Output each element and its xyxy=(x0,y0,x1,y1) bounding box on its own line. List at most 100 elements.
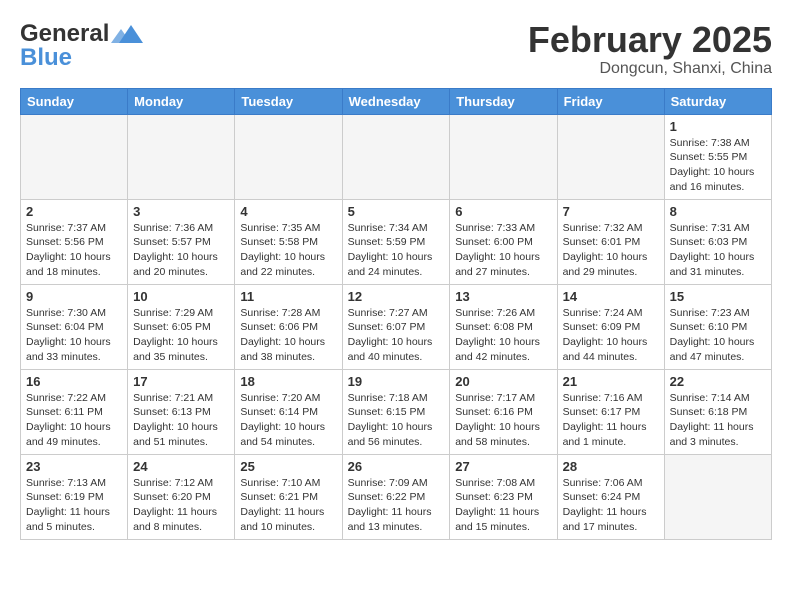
day-info: Sunrise: 7:23 AMSunset: 6:10 PMDaylight:… xyxy=(670,306,766,365)
day-info: Sunrise: 7:21 AMSunset: 6:13 PMDaylight:… xyxy=(133,391,229,450)
day-info: Sunrise: 7:12 AMSunset: 6:20 PMDaylight:… xyxy=(133,476,229,535)
day-number: 21 xyxy=(563,374,659,389)
calendar-cell: 23 Sunrise: 7:13 AMSunset: 6:19 PMDayligh… xyxy=(21,454,128,539)
calendar-cell: 7Sunrise: 7:32 AMSunset: 6:01 PMDaylight… xyxy=(557,199,664,284)
calendar-cell xyxy=(450,114,557,199)
day-info: Sunrise: 7:26 AMSunset: 6:08 PMDaylight:… xyxy=(455,306,551,365)
day-info: Sunrise: 7:14 AMSunset: 6:18 PMDaylight:… xyxy=(670,391,766,450)
day-info: Sunrise: 7:38 AMSunset: 5:55 PMDaylight:… xyxy=(670,136,766,195)
day-info: Sunrise: 7:37 AMSunset: 5:56 PMDaylight:… xyxy=(26,221,122,280)
day-info: Sunrise: 7:31 AMSunset: 6:03 PMDaylight:… xyxy=(670,221,766,280)
calendar-cell: 16 Sunrise: 7:22 AMSunset: 6:11 PMDayligh… xyxy=(21,369,128,454)
day-info: Sunrise: 7:22 AMSunset: 6:11 PMDaylight:… xyxy=(26,391,122,450)
logo: General Blue xyxy=(20,20,145,72)
logo-icon xyxy=(111,23,143,45)
calendar-cell: 6 Sunrise: 7:33 AMSunset: 6:00 PMDaylight… xyxy=(450,199,557,284)
calendar-cell: 25 Sunrise: 7:10 AMSunset: 6:21 PMDayligh… xyxy=(235,454,342,539)
calendar-cell: 17 Sunrise: 7:21 AMSunset: 6:13 PMDayligh… xyxy=(128,369,235,454)
day-number: 2 xyxy=(26,204,122,219)
calendar-table: SundayMondayTuesdayWednesdayThursdayFrid… xyxy=(20,88,772,540)
day-number: 20 xyxy=(455,374,551,389)
day-number: 12 xyxy=(348,289,445,304)
calendar-cell: 5Sunrise: 7:34 AMSunset: 5:59 PMDaylight… xyxy=(342,199,450,284)
calendar-cell: 11 Sunrise: 7:28 AMSunset: 6:06 PMDayligh… xyxy=(235,284,342,369)
day-number: 26 xyxy=(348,459,445,474)
calendar-cell: 3 Sunrise: 7:36 AMSunset: 5:57 PMDaylight… xyxy=(128,199,235,284)
day-number: 19 xyxy=(348,374,445,389)
calendar-week-row: 2 Sunrise: 7:37 AMSunset: 5:56 PMDaylight… xyxy=(21,199,772,284)
calendar-day-header: Sunday xyxy=(21,88,128,114)
calendar-header-row: SundayMondayTuesdayWednesdayThursdayFrid… xyxy=(21,88,772,114)
day-number: 27 xyxy=(455,459,551,474)
calendar-cell xyxy=(128,114,235,199)
day-number: 6 xyxy=(455,204,551,219)
calendar-day-header: Wednesday xyxy=(342,88,450,114)
day-number: 18 xyxy=(240,374,336,389)
day-info: Sunrise: 7:10 AMSunset: 6:21 PMDaylight:… xyxy=(240,476,336,535)
day-info: Sunrise: 7:13 AMSunset: 6:19 PMDaylight:… xyxy=(26,476,122,535)
calendar-cell: 26 Sunrise: 7:09 AMSunset: 6:22 PMDayligh… xyxy=(342,454,450,539)
day-info: Sunrise: 7:36 AMSunset: 5:57 PMDaylight:… xyxy=(133,221,229,280)
day-number: 22 xyxy=(670,374,766,389)
calendar-cell: 28 Sunrise: 7:06 AMSunset: 6:24 PMDayligh… xyxy=(557,454,664,539)
calendar-cell xyxy=(342,114,450,199)
day-info: Sunrise: 7:17 AMSunset: 6:16 PMDaylight:… xyxy=(455,391,551,450)
day-number: 24 xyxy=(133,459,229,474)
page-header: General Blue February 2025 Dongcun, Shan… xyxy=(20,20,772,78)
day-info: Sunrise: 7:29 AMSunset: 6:05 PMDaylight:… xyxy=(133,306,229,365)
calendar-cell xyxy=(21,114,128,199)
calendar-day-header: Saturday xyxy=(664,88,771,114)
day-info: Sunrise: 7:35 AMSunset: 5:58 PMDaylight:… xyxy=(240,221,336,280)
calendar-day-header: Friday xyxy=(557,88,664,114)
logo-blue: Blue xyxy=(20,44,72,72)
calendar-cell: 9Sunrise: 7:30 AMSunset: 6:04 PMDaylight… xyxy=(21,284,128,369)
title-section: February 2025 Dongcun, Shanxi, China xyxy=(528,20,772,78)
month-title: February 2025 xyxy=(528,20,772,60)
day-info: Sunrise: 7:28 AMSunset: 6:06 PMDaylight:… xyxy=(240,306,336,365)
day-number: 4 xyxy=(240,204,336,219)
day-number: 25 xyxy=(240,459,336,474)
day-info: Sunrise: 7:27 AMSunset: 6:07 PMDaylight:… xyxy=(348,306,445,365)
calendar-cell: 15 Sunrise: 7:23 AMSunset: 6:10 PMDayligh… xyxy=(664,284,771,369)
day-info: Sunrise: 7:33 AMSunset: 6:00 PMDaylight:… xyxy=(455,221,551,280)
day-number: 1 xyxy=(670,119,766,134)
day-number: 15 xyxy=(670,289,766,304)
day-number: 17 xyxy=(133,374,229,389)
day-number: 13 xyxy=(455,289,551,304)
day-info: Sunrise: 7:34 AMSunset: 5:59 PMDaylight:… xyxy=(348,221,445,280)
calendar-cell: 14 Sunrise: 7:24 AMSunset: 6:09 PMDayligh… xyxy=(557,284,664,369)
calendar-cell: 2 Sunrise: 7:37 AMSunset: 5:56 PMDaylight… xyxy=(21,199,128,284)
calendar-cell: 21 Sunrise: 7:16 AMSunset: 6:17 PMDayligh… xyxy=(557,369,664,454)
day-number: 3 xyxy=(133,204,229,219)
day-number: 9 xyxy=(26,289,122,304)
calendar-cell: 12 Sunrise: 7:27 AMSunset: 6:07 PMDayligh… xyxy=(342,284,450,369)
calendar-week-row: 9Sunrise: 7:30 AMSunset: 6:04 PMDaylight… xyxy=(21,284,772,369)
calendar-cell xyxy=(235,114,342,199)
calendar-cell: 10 Sunrise: 7:29 AMSunset: 6:05 PMDayligh… xyxy=(128,284,235,369)
day-number: 16 xyxy=(26,374,122,389)
calendar-week-row: 1 Sunrise: 7:38 AMSunset: 5:55 PMDaylight… xyxy=(21,114,772,199)
calendar-cell: 20 Sunrise: 7:17 AMSunset: 6:16 PMDayligh… xyxy=(450,369,557,454)
day-number: 14 xyxy=(563,289,659,304)
calendar-cell: 13 Sunrise: 7:26 AMSunset: 6:08 PMDayligh… xyxy=(450,284,557,369)
day-number: 11 xyxy=(240,289,336,304)
calendar-cell: 1 Sunrise: 7:38 AMSunset: 5:55 PMDaylight… xyxy=(664,114,771,199)
day-number: 8 xyxy=(670,204,766,219)
day-number: 28 xyxy=(563,459,659,474)
calendar-week-row: 23 Sunrise: 7:13 AMSunset: 6:19 PMDayligh… xyxy=(21,454,772,539)
day-info: Sunrise: 7:32 AMSunset: 6:01 PMDaylight:… xyxy=(563,221,659,280)
calendar-day-header: Thursday xyxy=(450,88,557,114)
calendar-day-header: Monday xyxy=(128,88,235,114)
day-info: Sunrise: 7:16 AMSunset: 6:17 PMDaylight:… xyxy=(563,391,659,450)
calendar-week-row: 16 Sunrise: 7:22 AMSunset: 6:11 PMDayligh… xyxy=(21,369,772,454)
day-number: 10 xyxy=(133,289,229,304)
day-info: Sunrise: 7:09 AMSunset: 6:22 PMDaylight:… xyxy=(348,476,445,535)
day-info: Sunrise: 7:18 AMSunset: 6:15 PMDaylight:… xyxy=(348,391,445,450)
day-info: Sunrise: 7:24 AMSunset: 6:09 PMDaylight:… xyxy=(563,306,659,365)
day-number: 23 xyxy=(26,459,122,474)
calendar-cell xyxy=(664,454,771,539)
calendar-cell xyxy=(557,114,664,199)
calendar-cell: 24 Sunrise: 7:12 AMSunset: 6:20 PMDayligh… xyxy=(128,454,235,539)
calendar-day-header: Tuesday xyxy=(235,88,342,114)
day-info: Sunrise: 7:06 AMSunset: 6:24 PMDaylight:… xyxy=(563,476,659,535)
